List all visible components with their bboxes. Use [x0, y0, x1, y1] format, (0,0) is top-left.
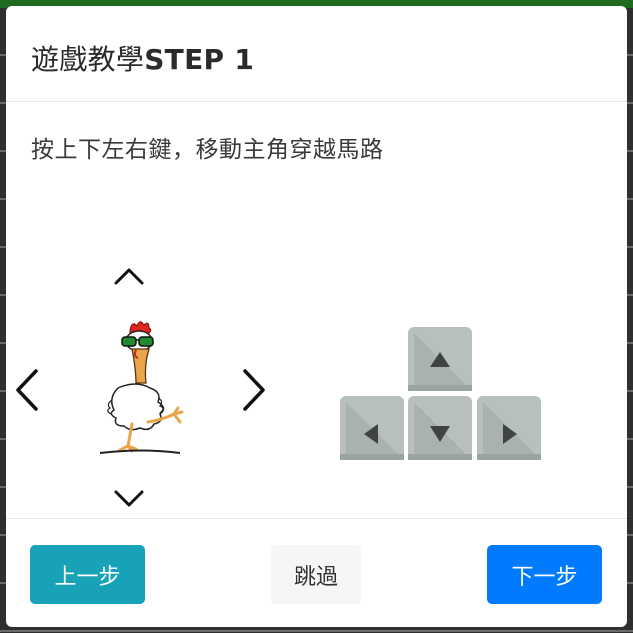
modal-title: 遊戲教學STEP 1: [31, 38, 254, 78]
modal-header: 遊戲教學STEP 1: [6, 6, 627, 102]
chevron-up-icon: [113, 266, 145, 286]
next-step-button[interactable]: 下一步: [487, 545, 602, 604]
instruction-text: 按上下左右鍵，移動主角穿越馬路: [31, 137, 384, 163]
chevron-down-icon: [113, 489, 145, 509]
arrow-keypad: [340, 327, 541, 461]
modal-body: 按上下左右鍵，移動主角穿越馬路: [6, 102, 627, 518]
chevron-right-icon: [241, 368, 267, 412]
modal-title-prefix: 遊戲教學: [31, 43, 145, 76]
modal-footer: 上一步 跳過 下一步: [6, 518, 627, 627]
previous-step-button[interactable]: 上一步: [30, 545, 145, 604]
arrow-key-up-icon: [408, 327, 472, 391]
arrow-key-down-icon: [408, 396, 472, 460]
arrow-key-left-icon: [340, 396, 404, 460]
arrow-key-right-icon: [477, 396, 541, 460]
skip-button[interactable]: 跳過: [271, 545, 361, 604]
chevron-left-icon: [14, 368, 40, 412]
modal-title-step: STEP 1: [144, 43, 255, 76]
chicken-character-icon: [92, 316, 192, 456]
tutorial-modal: 遊戲教學STEP 1 按上下左右鍵，移動主角穿越馬路 上一步 跳過 下一步: [6, 6, 627, 627]
